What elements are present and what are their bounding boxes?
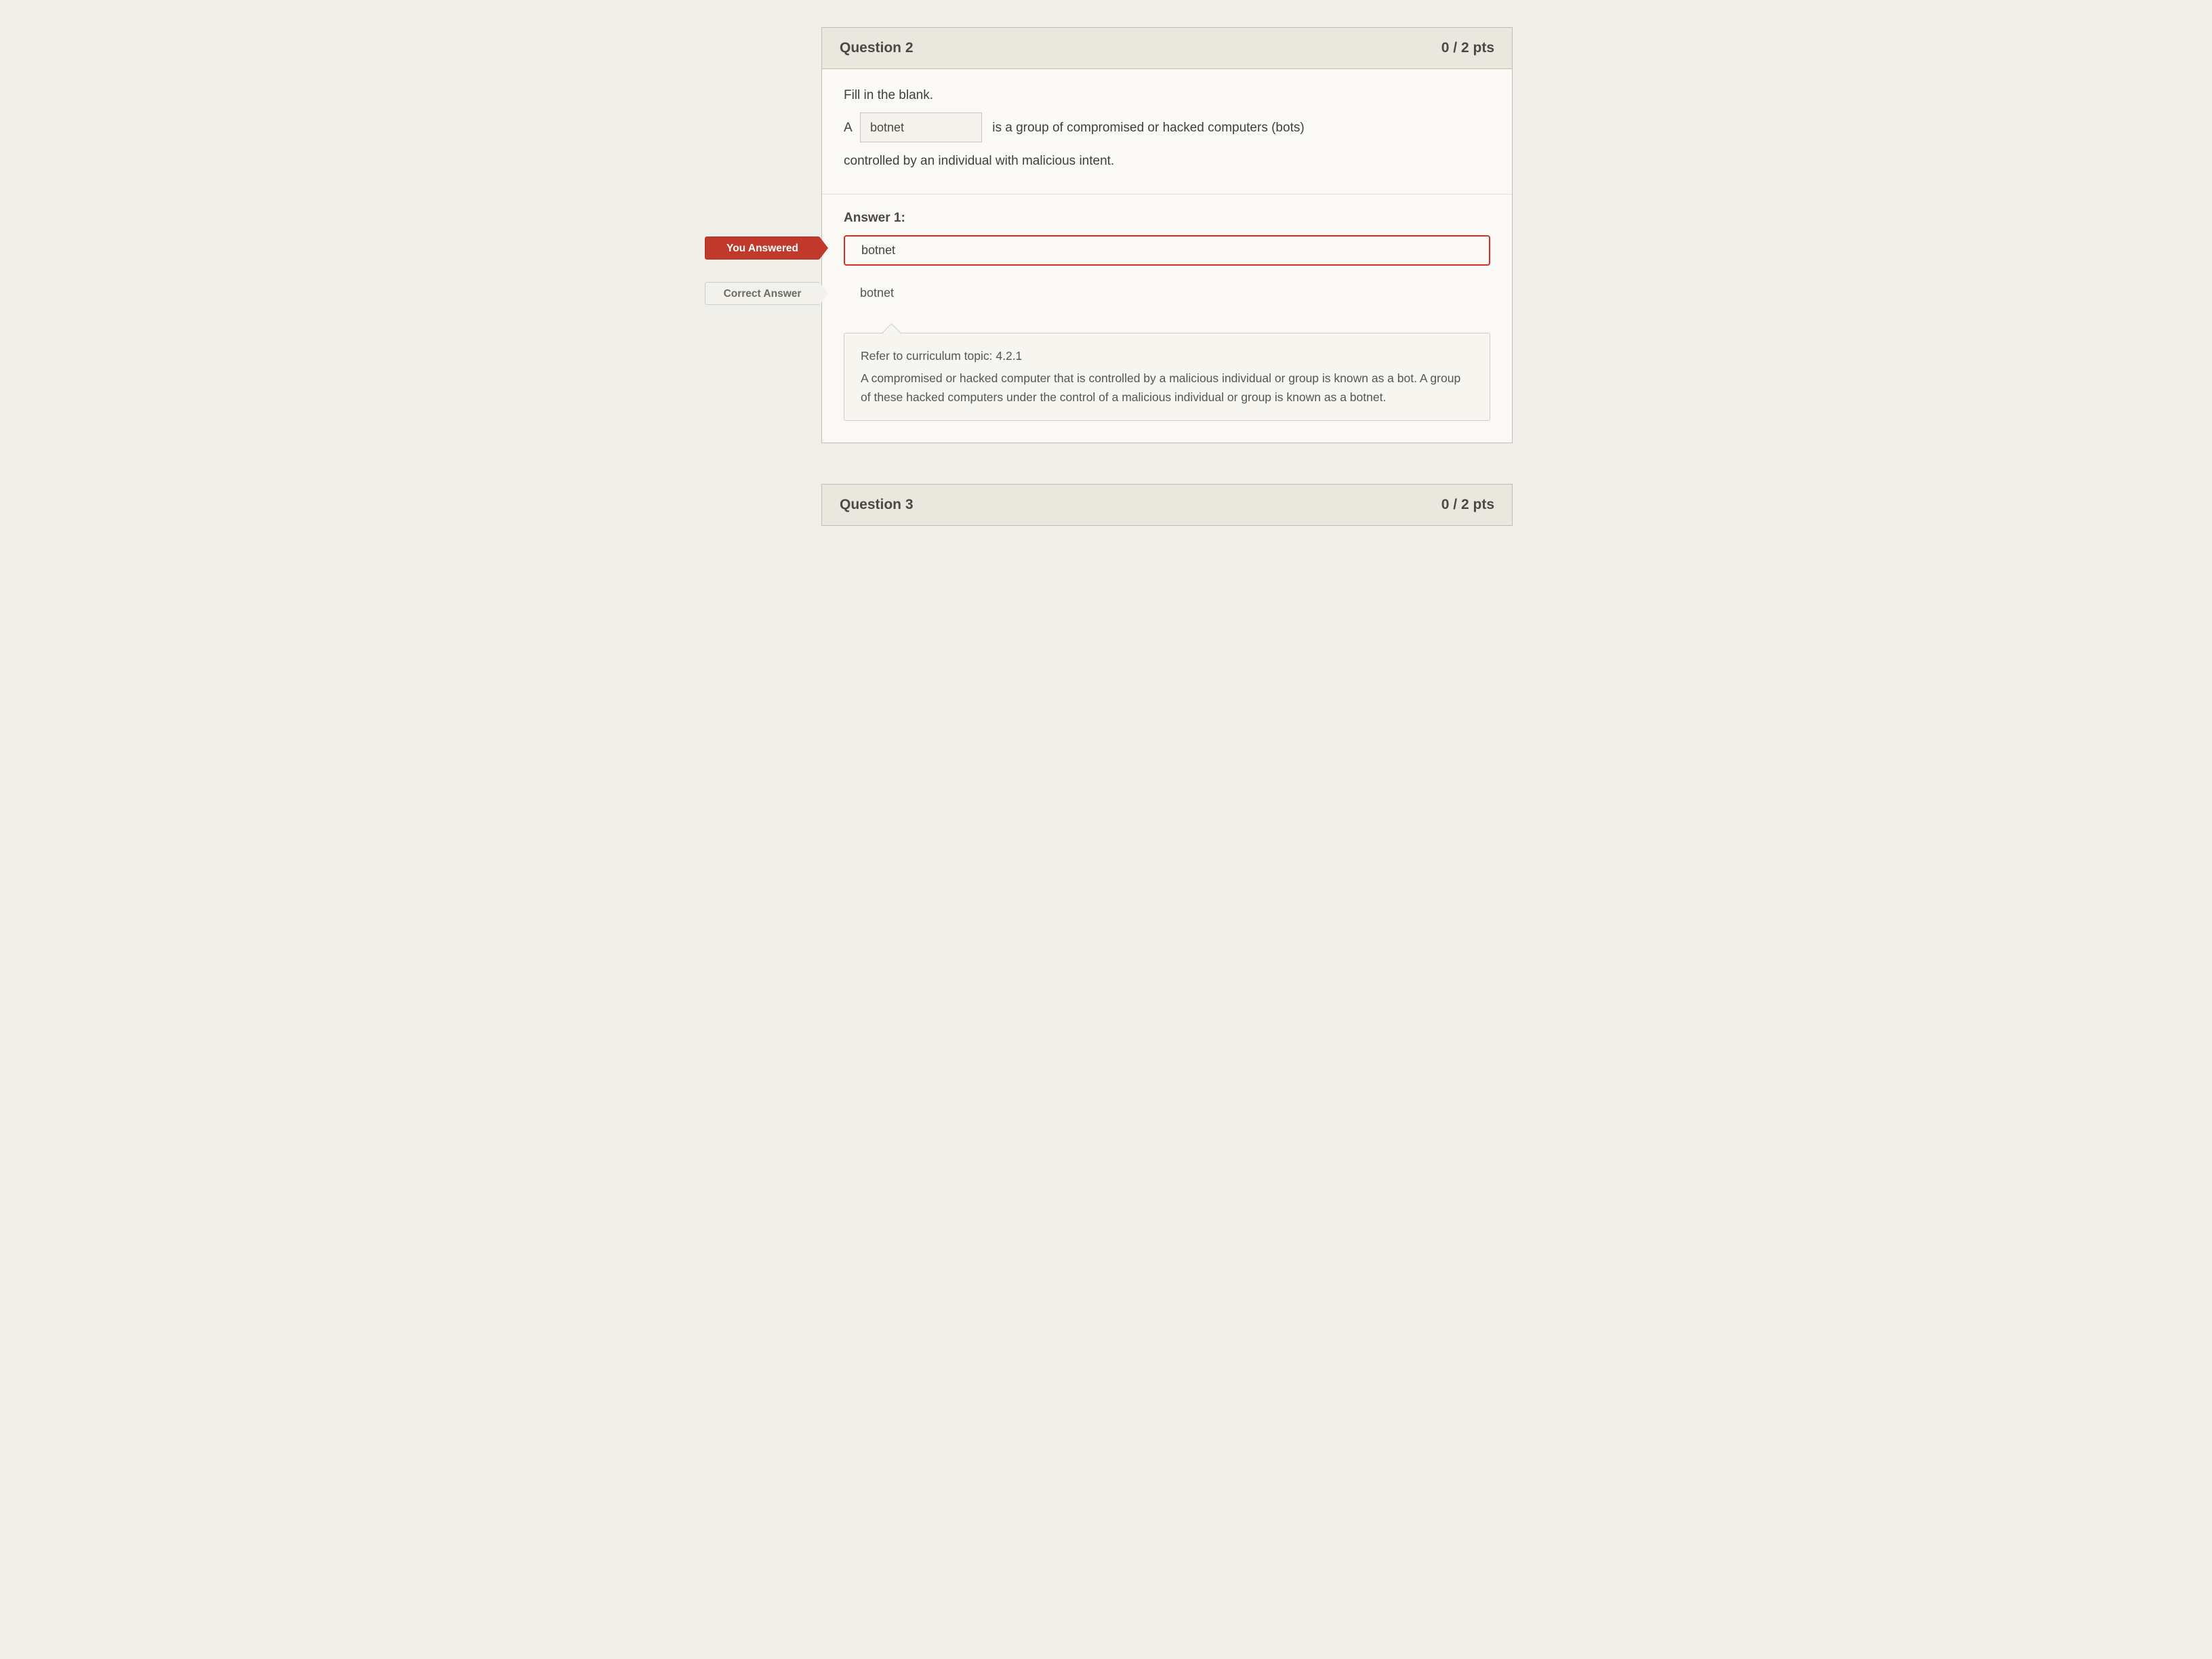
correct-answer-text: botnet xyxy=(844,281,1490,306)
you-answered-tag: You Answered xyxy=(705,237,820,260)
question-body: Fill in the blank. A botnet is a group o… xyxy=(822,69,1512,443)
prompt-line-2: controlled by an individual with malicio… xyxy=(844,149,1490,173)
page: Question 2 0 / 2 pts Fill in the blank. … xyxy=(699,0,1513,526)
you-answered-row: You Answered botnet xyxy=(844,235,1490,266)
question-points: 0 / 2 pts xyxy=(1441,40,1494,56)
feedback-body: A compromised or hacked computer that is… xyxy=(861,371,1460,403)
feedback-box: Refer to curriculum topic: 4.2.1 A compr… xyxy=(844,333,1490,420)
question-header: Question 2 0 / 2 pts xyxy=(822,28,1512,69)
prompt-line-1: A botnet is a group of compromised or ha… xyxy=(844,112,1490,142)
correct-answer-row: Correct Answer botnet xyxy=(844,281,1490,306)
correct-answer-tag: Correct Answer xyxy=(705,282,820,305)
prompt-after-blank: is a group of compromised or hacked comp… xyxy=(992,121,1304,135)
blank-input: botnet xyxy=(860,112,982,142)
question-card-2: Question 2 0 / 2 pts Fill in the blank. … xyxy=(821,27,1513,443)
question-card-3: Question 3 0 / 2 pts xyxy=(821,484,1513,526)
question-points: 0 / 2 pts xyxy=(1441,497,1494,513)
answer-heading: Answer 1: xyxy=(844,211,1490,226)
prompt-intro: Fill in the blank. xyxy=(844,88,1490,103)
prompt-letter: A xyxy=(844,121,853,135)
your-answer-box: botnet xyxy=(844,235,1490,266)
feedback-reference: Refer to curriculum topic: 4.2.1 xyxy=(861,347,1473,365)
question-header: Question 3 0 / 2 pts xyxy=(822,485,1512,525)
question-title: Question 2 xyxy=(840,40,914,56)
question-title: Question 3 xyxy=(840,497,914,513)
